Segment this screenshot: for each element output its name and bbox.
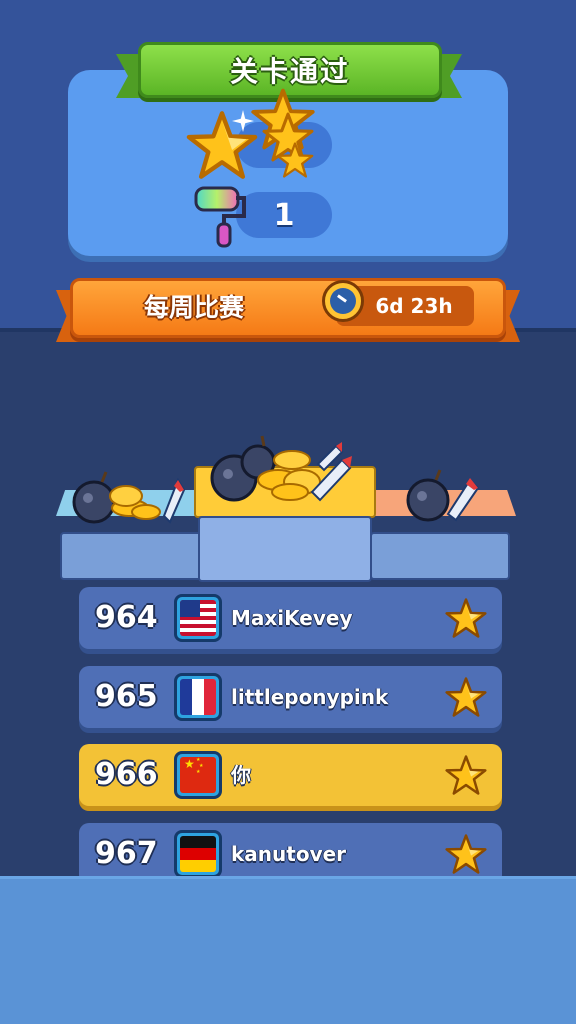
rank-number: 966 xyxy=(95,757,158,792)
first-place-reward-icon xyxy=(210,435,352,502)
fr-flag-icon xyxy=(180,679,216,715)
roller-count: 1 xyxy=(273,197,295,233)
us-flag-icon xyxy=(180,600,216,636)
level-complete-title: 关卡通过 xyxy=(229,55,350,88)
de-flag-icon xyxy=(180,836,216,872)
second-place-reward-icon xyxy=(72,471,186,524)
flag-frame xyxy=(174,830,222,878)
clock-icon xyxy=(322,280,364,322)
player-name: 你 xyxy=(231,763,251,787)
flag-frame xyxy=(174,594,222,642)
cn-flag-icon: ★ ★ ★ ★ xyxy=(180,757,216,793)
player-name: MaxiKevey xyxy=(231,606,353,630)
flag-frame xyxy=(174,673,222,721)
podium-third-base xyxy=(370,532,510,580)
roller-counter: 1 xyxy=(236,192,332,238)
player-name: littleponypink xyxy=(231,685,389,709)
leaderboard-row-current-player[interactable]: 966 ★ ★ ★ ★ 你 xyxy=(79,744,502,806)
flying-star-icon xyxy=(276,142,314,178)
podium-second-base xyxy=(60,532,204,580)
weekly-contest-title: 每周比赛 xyxy=(144,293,245,322)
sparkle-icon xyxy=(232,110,254,132)
leaderboard-row[interactable]: 964 MaxiKevey xyxy=(79,587,502,649)
star-icon xyxy=(445,834,487,874)
star-icon xyxy=(445,598,487,638)
third-place-reward-icon xyxy=(406,469,480,522)
rank-number: 965 xyxy=(95,679,158,714)
star-icon xyxy=(445,677,487,717)
rank-number: 964 xyxy=(95,600,158,635)
leaderboard-row[interactable]: 965 littleponypink xyxy=(79,666,502,728)
flag-frame: ★ ★ ★ ★ xyxy=(174,751,222,799)
paint-roller-icon xyxy=(194,186,246,248)
bottom-panel xyxy=(0,876,576,1024)
podium-first-base xyxy=(198,516,372,582)
countdown-text: 6d 23h xyxy=(375,294,453,318)
star-icon xyxy=(445,755,487,795)
